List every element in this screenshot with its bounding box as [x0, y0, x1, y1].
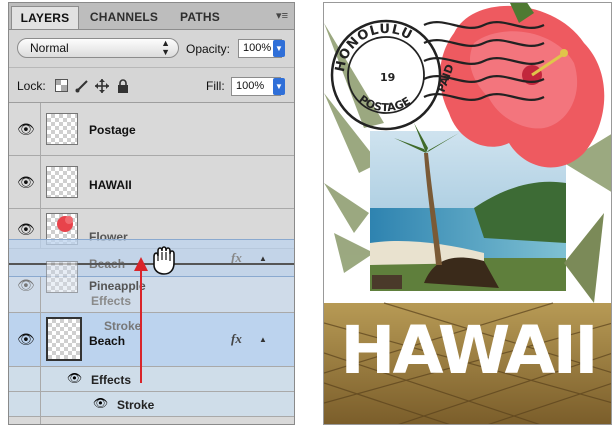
visibility-toggle	[9, 417, 41, 424]
lock-move-icon[interactable]	[95, 79, 109, 96]
visibility-toggle[interactable]: 👁	[9, 313, 41, 366]
panel-menu-icon[interactable]: ▾≡	[276, 9, 288, 22]
tab-layers[interactable]: LAYERS	[11, 6, 79, 29]
visibility-toggle[interactable]: 👁	[9, 103, 41, 155]
eye-icon: 👁	[17, 121, 35, 137]
layer-row-postage[interactable]: 👁 Postage	[9, 103, 294, 156]
poster-title: HAWAII	[340, 312, 595, 389]
lock-row: Lock: Fill: 100% ▼	[9, 67, 294, 103]
stroke-label: Stroke	[117, 398, 155, 412]
eye-icon: 👁	[17, 277, 35, 293]
collapse-effects-icon[interactable]: ▲	[259, 335, 267, 344]
opacity-label: Opacity:	[186, 42, 231, 56]
layer-name[interactable]: Beach	[89, 334, 125, 348]
layer-row-beach[interactable]: 👁 Stroke Beach fx ▲	[9, 313, 294, 367]
select-arrows-icon: ▲ ▼	[161, 38, 170, 57]
stamp-number-text: 19	[380, 71, 395, 84]
drag-ghost-effects: Effects	[91, 294, 132, 308]
stroke-row[interactable]: 👁 Stroke	[9, 392, 294, 417]
eye-icon: 👁	[17, 331, 35, 347]
layer-name[interactable]: HAWAII	[89, 178, 132, 192]
effects-row[interactable]: 👁 Effects	[9, 367, 294, 392]
drag-ghost-collapse-icon: ▲	[259, 254, 267, 263]
opacity-dropdown-icon[interactable]: ▼	[273, 40, 285, 57]
visibility-toggle[interactable]: 👁	[9, 156, 41, 208]
eye-icon: 👁	[17, 174, 35, 190]
layer-thumbnail	[46, 166, 78, 198]
fill-label: Fill:	[206, 79, 225, 93]
eye-icon[interactable]: 👁	[67, 371, 82, 385]
layer-name[interactable]: Postage	[89, 123, 136, 137]
layer-thumbnail	[46, 113, 78, 145]
canvas-preview: HONOLULU POSTAGE PAID 19 HAWAII	[323, 2, 612, 425]
effects-label: Effects	[91, 373, 132, 387]
stroke-visibility	[9, 392, 41, 416]
layers-panel: LAYERS CHANNELS PATHS ▾≡ Normal ▲ ▼ Opaci…	[8, 2, 295, 425]
next-layer-row	[9, 417, 294, 424]
poster-artwork: HONOLULU POSTAGE PAID 19 HAWAII	[324, 3, 611, 424]
lock-transparent-icon[interactable]	[55, 79, 68, 95]
lock-label: Lock:	[17, 79, 46, 93]
layer-row-hawaii[interactable]: 👁 HAWAII	[9, 156, 294, 209]
tab-channels[interactable]: CHANNELS	[81, 6, 167, 29]
panel-tabs: LAYERS CHANNELS PATHS ▾≡	[9, 3, 294, 30]
lock-brush-icon[interactable]	[75, 79, 89, 96]
fx-badge[interactable]: fx	[231, 331, 242, 347]
fill-dropdown-icon[interactable]: ▼	[273, 78, 285, 95]
blend-row: Normal ▲ ▼ Opacity: 100% ▼	[9, 30, 294, 66]
drag-arrow	[134, 257, 148, 383]
layer-thumbnail	[46, 317, 82, 361]
grab-hand-cursor-icon	[153, 246, 175, 275]
lock-all-icon[interactable]	[117, 79, 129, 96]
blend-mode-select[interactable]: Normal ▲ ▼	[17, 38, 179, 58]
visibility-toggle[interactable]: 👁	[9, 277, 41, 312]
eye-icon[interactable]: 👁	[93, 396, 108, 410]
layer-row-pineapple[interactable]: 👁 Pineapple Effects	[9, 261, 294, 313]
layer-thumbnail	[46, 261, 78, 293]
tab-paths[interactable]: PATHS	[169, 6, 231, 29]
effects-visibility	[9, 367, 41, 391]
eye-icon: 👁	[17, 221, 35, 237]
blend-mode-value: Normal	[30, 41, 69, 55]
